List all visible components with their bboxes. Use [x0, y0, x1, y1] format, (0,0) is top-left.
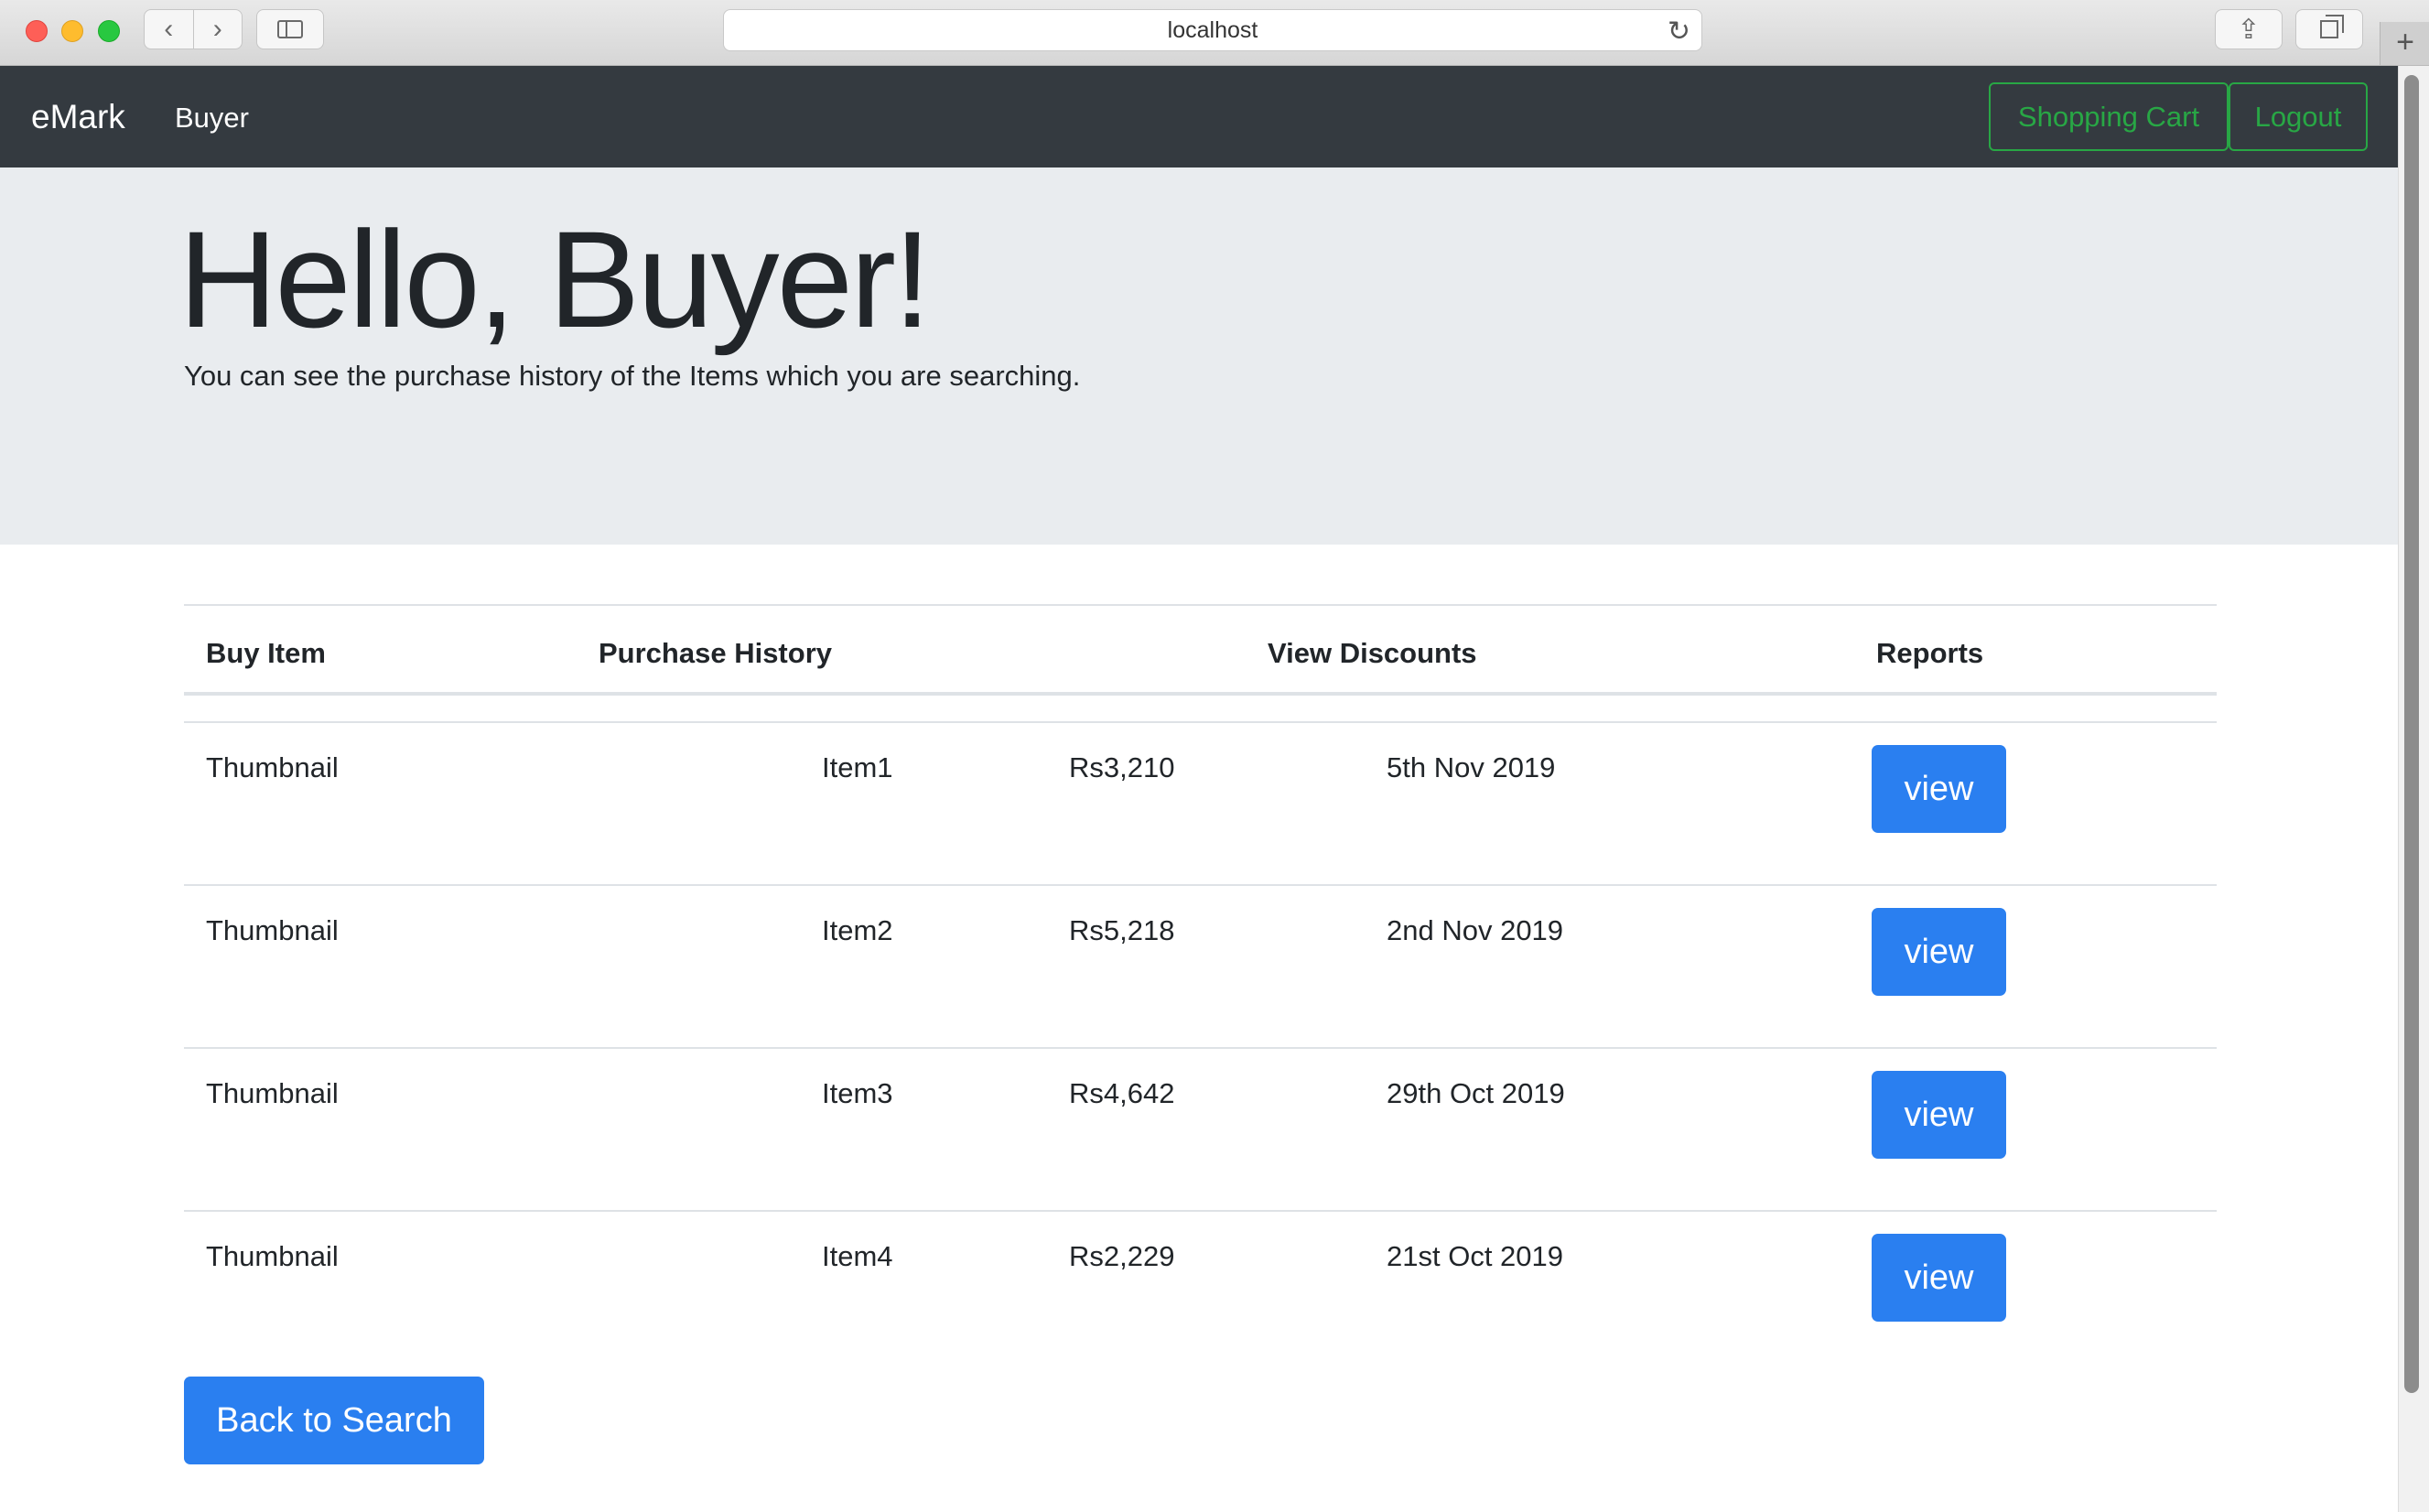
item-name-cell: Item4: [822, 1240, 893, 1272]
price-cell: Rs4,642: [1069, 1077, 1175, 1109]
item-name-cell: Item3: [822, 1077, 893, 1109]
purchase-date-cell: 2nd Nov 2019: [1387, 914, 1564, 946]
new-tab-button[interactable]: +: [2380, 22, 2429, 65]
thumbnail-cell: Thumbnail: [206, 1077, 339, 1109]
column-header-reports: Reports: [1876, 637, 1984, 669]
reload-icon[interactable]: ↻: [1668, 16, 1690, 48]
brand-logo[interactable]: eMark: [31, 98, 125, 136]
column-header-buy-item: Buy Item: [206, 637, 326, 669]
table-header-row: Buy Item Purchase History View Discounts…: [184, 604, 2217, 696]
sidebar-toggle-button[interactable]: [256, 9, 324, 49]
show-tabs-button[interactable]: [2295, 9, 2363, 49]
back-arrow-icon[interactable]: ‹: [145, 10, 193, 49]
thumbnail-cell: Thumbnail: [206, 914, 339, 946]
table-row: Thumbnail Item4 Rs2,229 21st Oct 2019 vi…: [184, 1212, 2217, 1375]
view-report-button[interactable]: view: [1872, 745, 2006, 833]
item-name-cell: Item1: [822, 751, 893, 783]
purchase-date-cell: 29th Oct 2019: [1387, 1077, 1565, 1109]
column-header-purchase-history: Purchase History: [599, 637, 832, 669]
page-title: Hello, Buyer!: [178, 202, 932, 356]
tabs-overview-icon: [2320, 15, 2344, 38]
thumbnail-cell: Thumbnail: [206, 1240, 339, 1272]
price-cell: Rs2,229: [1069, 1240, 1175, 1272]
back-to-search-button[interactable]: Back to Search: [184, 1377, 484, 1464]
price-cell: Rs3,210: [1069, 751, 1175, 783]
view-report-button[interactable]: view: [1872, 1071, 2006, 1159]
table-row: Thumbnail Item2 Rs5,218 2nd Nov 2019 vie…: [184, 886, 2217, 1049]
view-report-button[interactable]: view: [1872, 908, 2006, 996]
share-icon: ⇪: [2237, 14, 2261, 45]
top-navbar: eMark Buyer Shopping Cart Logout: [0, 66, 2398, 167]
purchase-history-table: Buy Item Purchase History View Discounts…: [184, 604, 2217, 1375]
table-spacer-row: [184, 696, 2217, 723]
column-header-view-discounts: View Discounts: [1268, 637, 1477, 669]
price-cell: Rs5,218: [1069, 914, 1175, 946]
logout-button[interactable]: Logout: [2229, 82, 2368, 151]
history-nav-buttons: ‹ ›: [144, 9, 243, 49]
close-window-button[interactable]: [26, 20, 48, 42]
purchase-date-cell: 21st Oct 2019: [1387, 1240, 1564, 1272]
forward-arrow-icon[interactable]: ›: [194, 10, 243, 49]
shopping-cart-button[interactable]: Shopping Cart: [1989, 82, 2229, 151]
sidebar-icon: [277, 20, 303, 38]
view-report-button[interactable]: view: [1872, 1234, 2006, 1322]
url-text: localhost: [1167, 16, 1258, 43]
minimize-window-button[interactable]: [61, 20, 83, 42]
browser-toolbar: ‹ › localhost ↻ ⇪ +: [0, 0, 2429, 66]
address-bar[interactable]: localhost ↻: [723, 9, 1702, 51]
thumbnail-cell: Thumbnail: [206, 751, 339, 783]
hero-description: You can see the purchase history of the …: [184, 360, 1081, 392]
zoom-window-button[interactable]: [98, 20, 120, 42]
browser-window: ‹ › localhost ↻ ⇪ + eMark Buyer Shopping…: [0, 0, 2429, 1512]
table-row: Thumbnail Item3 Rs4,642 29th Oct 2019 vi…: [184, 1049, 2217, 1212]
nav-link-buyer[interactable]: Buyer: [175, 102, 249, 135]
vertical-scrollbar-thumb[interactable]: [2404, 75, 2419, 1393]
purchase-date-cell: 5th Nov 2019: [1387, 751, 1556, 783]
item-name-cell: Item2: [822, 914, 893, 946]
plus-icon: +: [2396, 25, 2414, 59]
hero-section: Hello, Buyer! You can see the purchase h…: [0, 167, 2398, 545]
table-row: Thumbnail Item1 Rs3,210 5th Nov 2019 vie…: [184, 723, 2217, 886]
share-button[interactable]: ⇪: [2215, 9, 2283, 49]
